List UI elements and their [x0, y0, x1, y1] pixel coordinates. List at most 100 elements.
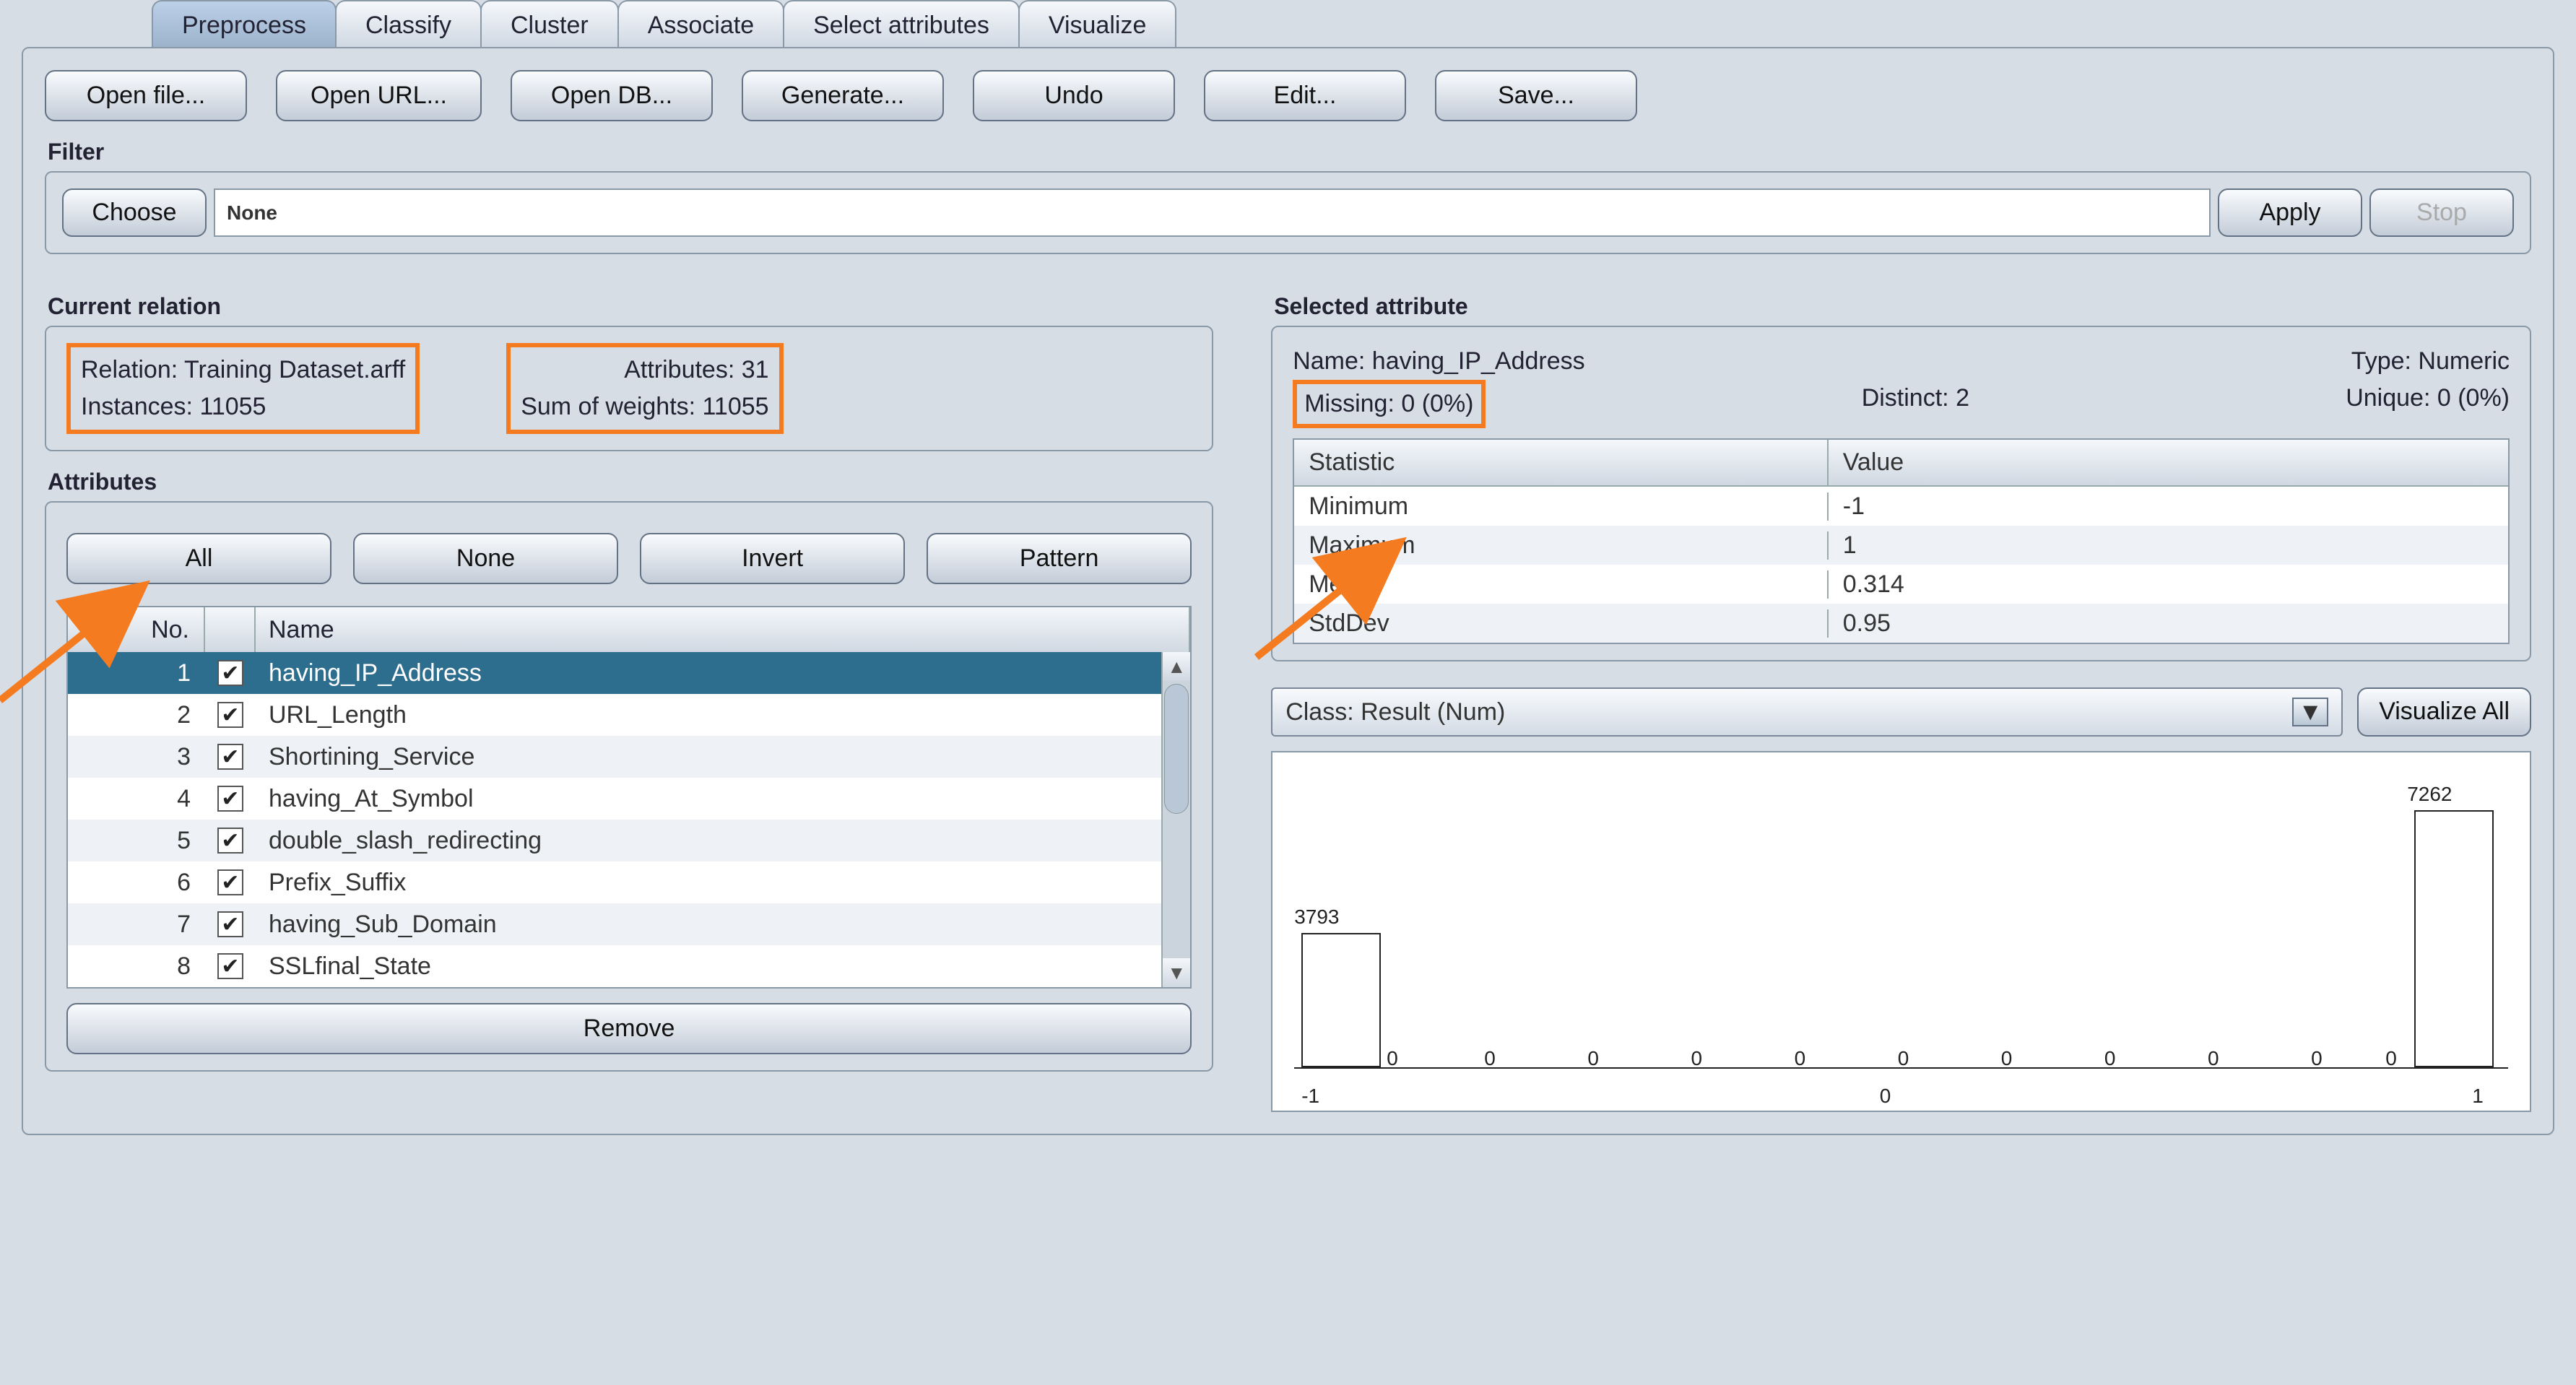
stat-row: Mean0.314: [1294, 565, 2508, 604]
tab-associate[interactable]: Associate: [617, 0, 784, 47]
attribute-row[interactable]: 7 ✔ having_Sub_Domain: [68, 903, 1161, 945]
attr-checkbox[interactable]: ✔: [217, 828, 243, 854]
attributes-count-label: Attributes:: [624, 356, 734, 383]
sel-name-label: Name:: [1293, 347, 1365, 375]
attr-pattern-button[interactable]: Pattern: [927, 533, 1192, 584]
attribute-row[interactable]: 1✔having_IP_Address: [68, 652, 1161, 694]
sel-name-value: having_IP_Address: [1372, 347, 1585, 375]
attr-name: having_Sub_Domain: [256, 911, 1161, 939]
stat-value: 1: [1829, 531, 2508, 560]
missing-highlight: Missing: 0 (0%): [1293, 380, 1485, 428]
bar-value-label: 3793: [1294, 906, 1339, 929]
attr-name: having_IP_Address: [256, 659, 1161, 687]
attr-invert-button[interactable]: Invert: [640, 533, 905, 584]
visualize-all-button[interactable]: Visualize All: [2357, 687, 2531, 737]
scroll-up-icon[interactable]: ▲: [1163, 652, 1190, 681]
save-button[interactable]: Save...: [1435, 70, 1637, 121]
stat-row: Minimum-1: [1294, 487, 2508, 526]
attributes-scrollbar[interactable]: ▲ ▼: [1161, 652, 1190, 987]
attr-name: having_At_Symbol: [256, 785, 1161, 813]
attributes-count-highlight: Attributes: 31 Sum of weights: 11055: [506, 343, 783, 434]
stop-filter-button: Stop: [2369, 188, 2514, 237]
class-select[interactable]: Class: Result (Num) ▼: [1271, 687, 2343, 737]
filter-row: Choose None Apply Stop: [45, 171, 2531, 254]
sow-value: 11055: [703, 393, 769, 420]
stat-value: 0.314: [1829, 570, 2508, 599]
attr-checkbox[interactable]: ✔: [217, 702, 243, 728]
stat-header-value: Value: [1829, 440, 2508, 485]
stat-value: -1: [1829, 492, 2508, 521]
attr-name: double_slash_redirecting: [256, 827, 1161, 855]
relation-highlight: Relation: Training Dataset.arff Instance…: [66, 343, 420, 434]
attr-checkbox[interactable]: ✔: [217, 744, 243, 770]
tab-select-attributes[interactable]: Select attributes: [783, 0, 1020, 47]
undo-button[interactable]: Undo: [973, 70, 1175, 121]
attr-no: 3: [68, 743, 205, 771]
open-file-button[interactable]: Open file...: [45, 70, 247, 121]
choose-filter-button[interactable]: Choose: [62, 188, 207, 237]
attr-no: 5: [68, 827, 205, 855]
generate-button[interactable]: Generate...: [742, 70, 944, 121]
attr-none-button[interactable]: None: [353, 533, 618, 584]
relation-value: Training Dataset.arff: [184, 356, 405, 383]
attr-name: Shortining_Service: [256, 743, 1161, 771]
sel-distinct-label: Distinct:: [1862, 384, 1949, 412]
attr-checkbox[interactable]: ✔: [217, 786, 243, 812]
remove-attribute-button[interactable]: Remove: [66, 1003, 1192, 1054]
edit-button[interactable]: Edit...: [1204, 70, 1406, 121]
scroll-down-icon[interactable]: ▼: [1163, 958, 1190, 987]
instances-label: Instances:: [81, 393, 193, 420]
attr-header-name[interactable]: Name: [256, 607, 1190, 653]
attr-no: 8: [68, 952, 205, 981]
stat-key: Minimum: [1294, 492, 1829, 521]
tab-classify[interactable]: Classify: [335, 0, 482, 47]
tab-bar: Preprocess Classify Cluster Associate Se…: [152, 0, 2554, 47]
histogram-bar: [1301, 933, 1381, 1067]
attr-checkbox[interactable]: ✔: [217, 953, 243, 979]
attr-checkbox[interactable]: ✔: [217, 911, 243, 937]
attribute-row[interactable]: 8✔SSLfinal_State: [68, 945, 1161, 987]
stat-row: StdDev0.95: [1294, 604, 2508, 643]
current-relation-label: Current relation: [48, 293, 1213, 320]
filter-value[interactable]: None: [214, 188, 2211, 237]
statistics-table: Statistic Value Minimum-1Maximum1Mean0.3…: [1293, 438, 2510, 644]
open-url-button[interactable]: Open URL...: [276, 70, 482, 121]
attr-no: 6: [68, 869, 205, 897]
sow-label: Sum of weights:: [521, 393, 695, 420]
attributes-label: Attributes: [48, 469, 1213, 495]
tab-cluster[interactable]: Cluster: [480, 0, 619, 47]
scroll-thumb[interactable]: [1164, 684, 1189, 814]
attr-no: 4: [68, 785, 205, 813]
attribute-row[interactable]: 3 ✔ Shortining_Service: [68, 736, 1161, 778]
attr-name: Prefix_Suffix: [256, 869, 1161, 897]
axis-tick-label: 1: [2472, 1085, 2484, 1108]
axis-tick-label: 0: [1880, 1085, 1891, 1108]
open-db-button[interactable]: Open DB...: [511, 70, 713, 121]
histogram-bar: [2414, 810, 2494, 1067]
attr-header-chk: [205, 607, 256, 653]
attribute-row[interactable]: 6 ✔ Prefix_Suffix: [68, 861, 1161, 903]
attribute-row[interactable]: 5 ✔ double_slash_redirecting: [68, 820, 1161, 861]
selected-attribute-label: Selected attribute: [1274, 293, 2531, 320]
attr-no: 7: [68, 911, 205, 939]
tab-preprocess[interactable]: Preprocess: [152, 0, 337, 47]
tab-visualize[interactable]: Visualize: [1018, 0, 1176, 47]
stat-row: Maximum1: [1294, 526, 2508, 565]
histogram-chart: 3793726200000000000-101: [1271, 751, 2531, 1112]
attr-checkbox[interactable]: ✔: [217, 869, 243, 895]
current-relation-box: Relation: Training Dataset.arff Instance…: [45, 326, 1213, 451]
attribute-row[interactable]: 4 ✔ having_At_Symbol: [68, 778, 1161, 820]
relation-label: Relation:: [81, 356, 178, 383]
sel-type-value: Numeric: [2418, 347, 2510, 375]
selected-attribute-box: Name: having_IP_Address Type: Numeric Mi…: [1271, 326, 2531, 661]
toolbar: Open file... Open URL... Open DB... Gene…: [45, 70, 2531, 121]
sel-distinct-value: 2: [1956, 384, 1969, 412]
chevron-down-icon[interactable]: ▼: [2292, 698, 2328, 726]
attr-checkbox[interactable]: ✔: [217, 660, 243, 686]
attribute-row[interactable]: 2✔URL_Length: [68, 694, 1161, 736]
sel-missing-label: Missing:: [1304, 390, 1395, 417]
stat-value: 0.95: [1829, 609, 2508, 638]
axis-tick-label: -1: [1301, 1085, 1319, 1108]
filter-label: Filter: [48, 139, 2531, 165]
apply-filter-button[interactable]: Apply: [2218, 188, 2362, 237]
